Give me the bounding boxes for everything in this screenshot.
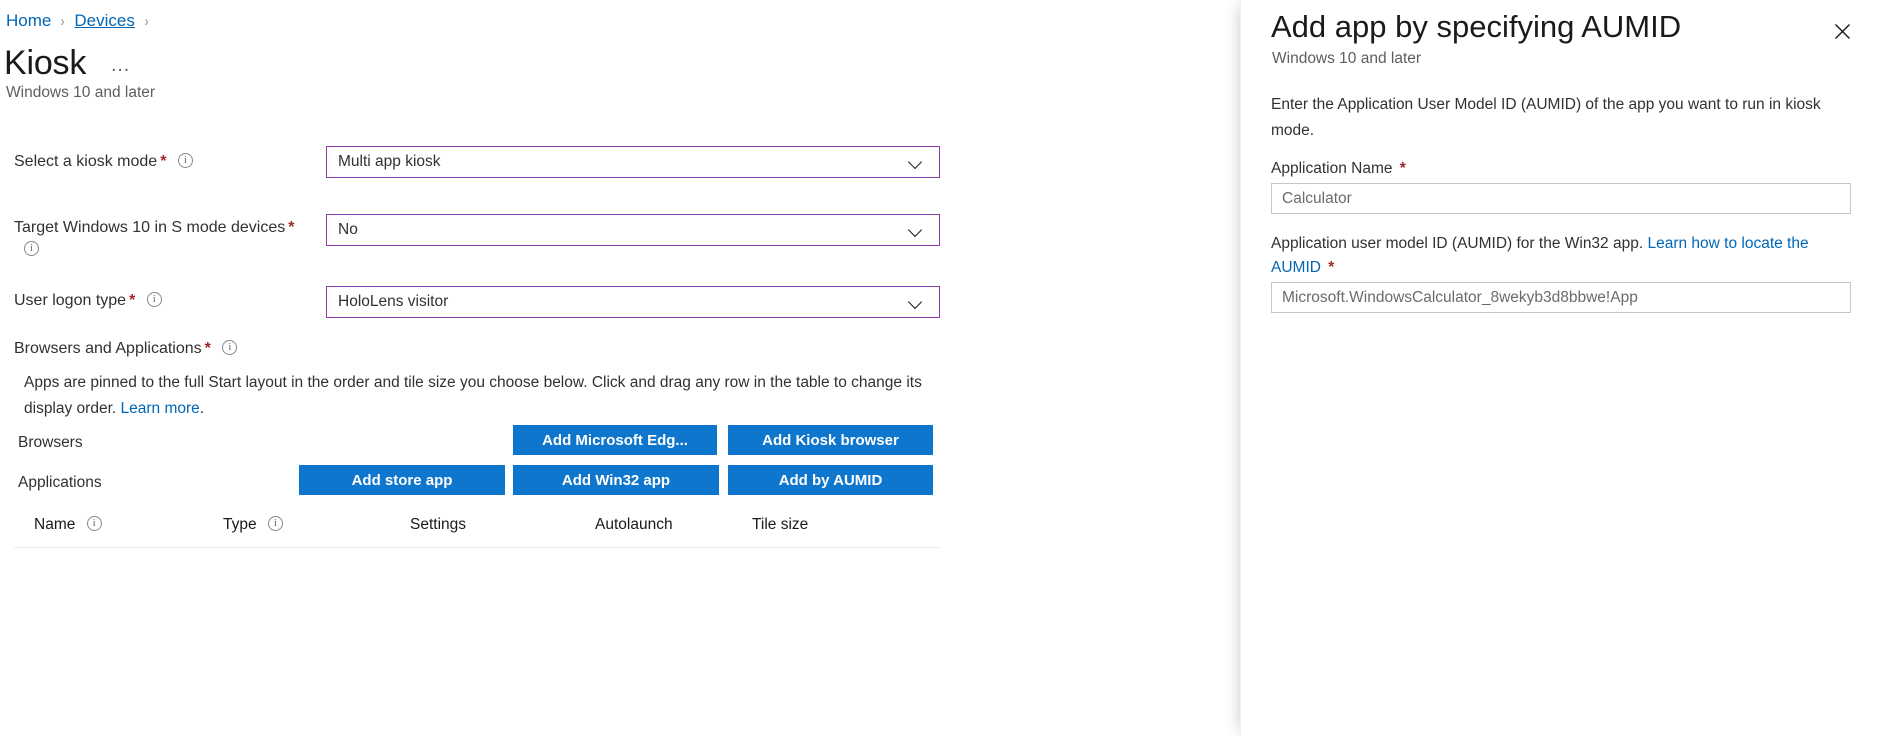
label-logon-type: User logon type*: [14, 290, 314, 312]
input-placeholder: Calculator: [1282, 190, 1352, 208]
panel-title: Add app by specifying AUMID: [1271, 6, 1681, 48]
label-aumid: Application user model ID (AUMID) for th…: [1271, 232, 1851, 280]
info-icon[interactable]: [222, 340, 237, 355]
page-title-row: Kiosk …: [4, 43, 135, 83]
input-placeholder: Microsoft.WindowsCalculator_8wekyb3d8bbw…: [1282, 289, 1638, 307]
column-label: Type: [223, 516, 257, 533]
required-asterisk: *: [288, 219, 294, 236]
add-kiosk-browser-button[interactable]: Add Kiosk browser: [728, 425, 933, 455]
table-column-autolaunch[interactable]: Autolaunch: [595, 516, 673, 534]
helper-text-part2: .: [200, 400, 204, 417]
apps-table-header: Name Type Settings Autolaunch Tile size: [14, 508, 940, 548]
chevron-right-icon: ›: [144, 13, 148, 30]
required-asterisk: *: [205, 340, 211, 357]
breadcrumb: Home › Devices ›: [6, 11, 149, 31]
add-store-app-button[interactable]: Add store app: [299, 465, 505, 495]
info-icon[interactable]: [24, 241, 39, 256]
dropdown-s-mode[interactable]: No: [326, 214, 940, 246]
application-name-input[interactable]: Calculator: [1271, 183, 1851, 214]
table-column-tile-size[interactable]: Tile size: [752, 516, 808, 534]
dropdown-logon-type[interactable]: HoloLens visitor: [326, 286, 940, 318]
row-label-browsers: Browsers: [18, 434, 83, 452]
section-helper-text: Apps are pinned to the full Start layout…: [24, 370, 924, 422]
chevron-down-icon: [909, 295, 923, 309]
aumid-input[interactable]: Microsoft.WindowsCalculator_8wekyb3d8bbw…: [1271, 282, 1851, 313]
more-options-button[interactable]: …: [106, 47, 135, 83]
row-label-applications: Applications: [18, 474, 102, 492]
column-label: Name: [34, 516, 75, 533]
label-kiosk-mode: Select a kiosk mode*: [14, 151, 314, 173]
table-column-name[interactable]: Name: [34, 516, 102, 534]
breadcrumb-item-devices[interactable]: Devices: [74, 11, 134, 31]
dropdown-value: Multi app kiosk: [338, 153, 909, 171]
section-label-browsers-applications: Browsers and Applications*: [14, 340, 237, 358]
required-asterisk: *: [1328, 259, 1334, 276]
table-column-settings[interactable]: Settings: [410, 516, 466, 534]
add-by-aumid-button[interactable]: Add by AUMID: [728, 465, 933, 495]
info-icon[interactable]: [147, 292, 162, 307]
chevron-down-icon: [909, 155, 923, 169]
learn-more-link[interactable]: Learn more: [121, 400, 200, 417]
info-icon[interactable]: [178, 153, 193, 168]
add-win32-app-button[interactable]: Add Win32 app: [513, 465, 719, 495]
app-root: Home › Devices › Kiosk … Windows 10 and …: [0, 0, 1881, 736]
dropdown-value: HoloLens visitor: [338, 293, 909, 311]
label-application-name: Application Name *: [1271, 157, 1851, 181]
add-aumid-panel: Add app by specifying AUMID Windows 10 a…: [1240, 0, 1881, 736]
label-text: Target Windows 10 in S mode devices: [14, 219, 285, 236]
page-title: Kiosk: [4, 43, 86, 83]
add-microsoft-edge-button[interactable]: Add Microsoft Edg...: [513, 425, 717, 455]
dropdown-kiosk-mode[interactable]: Multi app kiosk: [326, 146, 940, 178]
required-asterisk: *: [1400, 160, 1406, 177]
chevron-right-icon: ›: [61, 13, 65, 30]
info-icon[interactable]: [268, 516, 283, 531]
section-label-text: Browsers and Applications: [14, 340, 202, 357]
label-text-part1: Application user model ID (AUMID) for th…: [1271, 235, 1647, 252]
label-text: Application Name: [1271, 160, 1392, 177]
chevron-down-icon: [909, 223, 923, 237]
table-column-type[interactable]: Type: [223, 516, 283, 534]
label-s-mode: Target Windows 10 in S mode devices*: [14, 217, 314, 261]
label-text: User logon type: [14, 292, 126, 309]
label-text: Select a kiosk mode: [14, 153, 157, 170]
dropdown-value: No: [338, 221, 909, 239]
required-asterisk: *: [160, 153, 166, 170]
page-subtitle: Windows 10 and later: [6, 84, 155, 102]
panel-description: Enter the Application User Model ID (AUM…: [1271, 92, 1849, 144]
required-asterisk: *: [129, 292, 135, 309]
close-icon[interactable]: [1825, 14, 1859, 48]
breadcrumb-item-home[interactable]: Home: [6, 11, 51, 31]
kiosk-settings-pane: Home › Devices › Kiosk … Windows 10 and …: [0, 0, 1240, 736]
panel-subtitle: Windows 10 and later: [1272, 50, 1421, 68]
info-icon[interactable]: [87, 516, 102, 531]
